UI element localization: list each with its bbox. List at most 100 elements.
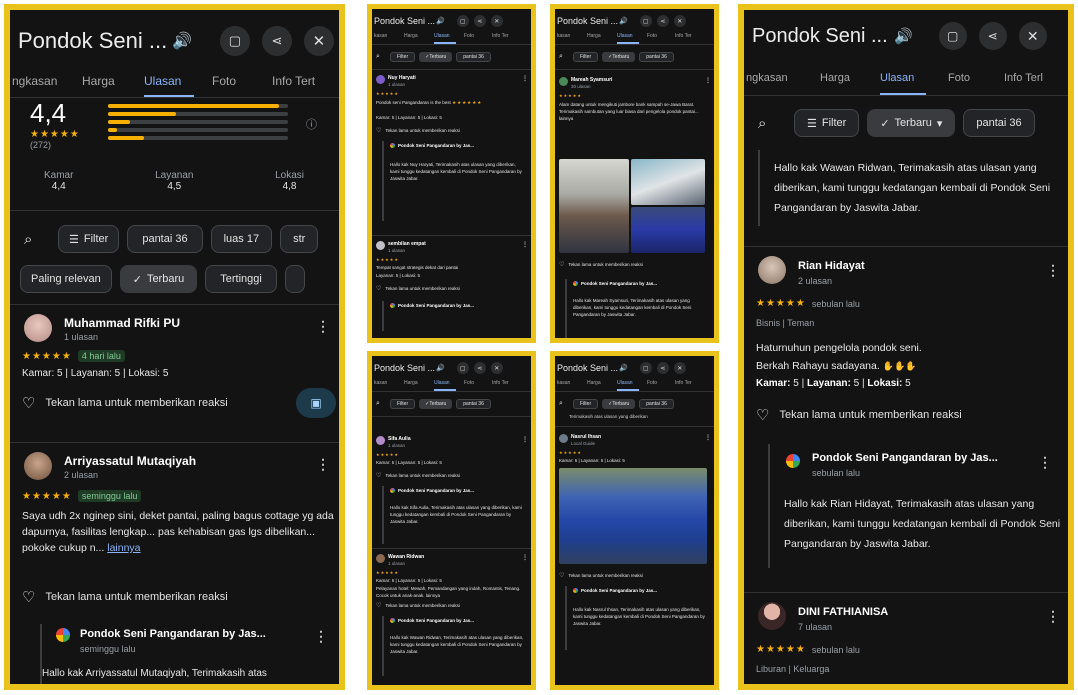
tab-overview[interactable]: ngkasan [746, 66, 820, 95]
tab-reviews[interactable]: Ulasan [617, 380, 639, 391]
share-icon[interactable]: ⋖ [978, 22, 1007, 50]
chip-pantai[interactable]: pantai 36 [127, 225, 203, 253]
reaction-row[interactable]: ♡ Tekan lama untuk memberikan reaksi [559, 261, 643, 268]
tab-price[interactable]: Harga [404, 380, 434, 391]
tab-photos[interactable]: Foto [647, 33, 675, 44]
search-icon[interactable]: ⌕ [559, 53, 573, 61]
tab-photos[interactable]: Foto [464, 33, 492, 44]
reaction-row[interactable]: ♡ Tekan lama untuk memberikan reaksi [376, 285, 460, 292]
chip-luas[interactable]: luas 17 [210, 225, 273, 253]
heart-icon[interactable]: ♡ [376, 472, 381, 479]
chip-pantai[interactable]: pantai 36 [639, 399, 674, 409]
share-icon[interactable]: ⋖ [473, 15, 486, 27]
more-options-icon[interactable]: ⋮ [705, 434, 711, 441]
filter-chip[interactable]: ☰ Filter [58, 225, 120, 253]
save-icon[interactable]: ▢ [456, 362, 469, 374]
reaction-row[interactable]: ♡ Tekan lama untuk memberikan reaksi [559, 572, 643, 579]
more-options-icon[interactable]: ⋮ [522, 436, 528, 443]
tab-price[interactable]: Harga [404, 33, 434, 44]
review-photos[interactable] [559, 159, 705, 255]
sort-highest[interactable]: Tertinggi [205, 265, 277, 293]
sort-more[interactable] [284, 265, 305, 293]
filter-chip[interactable]: ☰ Filter [794, 109, 860, 137]
close-icon[interactable]: ✕ [490, 362, 503, 374]
review-photo-people[interactable] [631, 159, 705, 205]
reaction-row[interactable]: ♡ Tekan lama untuk memberikan reaksi [22, 588, 228, 606]
reviewer-name[interactable]: Sifa Aulia [388, 436, 411, 442]
avatar[interactable] [758, 256, 786, 284]
heart-icon[interactable]: ♡ [376, 127, 381, 134]
save-icon[interactable]: ▢ [456, 15, 469, 27]
reaction-row[interactable]: ♡ Tekan lama untuk memberikan reaksi [376, 602, 460, 609]
share-icon[interactable]: ⋖ [656, 362, 669, 374]
chip-pantai[interactable]: pantai 36 [963, 109, 1035, 137]
speaker-icon[interactable]: 🔊 [436, 17, 445, 25]
avatar[interactable] [376, 554, 385, 563]
avatar[interactable] [758, 602, 786, 630]
close-icon[interactable]: ✕ [303, 26, 334, 56]
review-photo-group[interactable] [559, 159, 629, 253]
filter-chip[interactable]: Filter [573, 52, 599, 62]
tab-overview[interactable]: ngkasan [12, 68, 82, 97]
info-icon[interactable]: ⓘ [306, 116, 317, 132]
reviewer-name[interactable]: Nuy Haryati [388, 75, 416, 81]
filter-chip[interactable]: Filter [390, 399, 416, 409]
heart-icon[interactable]: ♡ [756, 406, 769, 424]
heart-icon[interactable]: ♡ [559, 572, 564, 579]
tab-info[interactable]: Info Tert [272, 68, 332, 97]
reviewer-name[interactable]: DINI FATHIANISA [798, 606, 888, 618]
tab-reviews[interactable]: Ulasan [617, 33, 639, 44]
sort-newest[interactable]: ✓ Terbaru [419, 399, 453, 409]
more-options-icon[interactable]: ⋮ [314, 628, 328, 645]
chip-more[interactable]: str [280, 225, 319, 253]
reaction-row[interactable]: ♡ Tekan lama untuk memberikan reaksi [376, 472, 460, 479]
sort-newest[interactable]: ✓ Terbaru [419, 52, 453, 62]
save-icon[interactable]: ▢ [938, 22, 967, 50]
tab-overview[interactable]: kasan [557, 380, 587, 391]
reviewer-name[interactable]: Nasrul Ihsan [571, 434, 601, 440]
tab-photos[interactable]: Foto [212, 68, 272, 97]
sort-newest[interactable]: ✓ Terbaru ▾ [867, 109, 956, 137]
sort-newest[interactable]: ✓ Terbaru [602, 52, 636, 62]
tab-info[interactable]: Info Terl [1004, 66, 1064, 95]
more-options-icon[interactable]: ⋮ [316, 456, 330, 473]
tab-price[interactable]: Harga [587, 380, 617, 391]
chip-pantai[interactable]: pantai 36 [456, 52, 491, 62]
tab-photos[interactable]: Foto [948, 66, 1004, 95]
tab-overview[interactable]: kasan [557, 33, 587, 44]
search-icon[interactable]: ⌕ [376, 400, 390, 408]
heart-icon[interactable]: ♡ [22, 588, 35, 606]
reaction-row[interactable]: ♡ Tekan lama untuk memberikan reaksi [22, 394, 228, 412]
avatar[interactable] [24, 314, 52, 342]
filter-chip[interactable]: Filter [390, 52, 416, 62]
reaction-row[interactable]: ♡ Tekan lama untuk memberikan reaksi [376, 127, 460, 134]
more-options-icon[interactable]: ⋮ [522, 241, 528, 248]
review-photo[interactable] [559, 468, 707, 564]
heart-icon[interactable]: ♡ [559, 261, 564, 268]
reviewer-name[interactable]: sembilan empat [388, 241, 426, 247]
search-icon[interactable]: ⌕ [24, 231, 58, 248]
reviewer-name[interactable]: Muhammad Rifki PU [64, 316, 180, 330]
reviewer-name[interactable]: Mareah Syamsuri [571, 77, 612, 83]
speaker-icon[interactable]: 🔊 [894, 27, 913, 45]
heart-icon[interactable]: ♡ [22, 394, 35, 412]
tab-reviews[interactable]: Ulasan [434, 33, 456, 44]
tab-reviews[interactable]: Ulasan [880, 66, 926, 95]
share-icon[interactable]: ⋖ [261, 26, 292, 56]
tab-price[interactable]: Harga [820, 66, 880, 95]
avatar[interactable] [24, 452, 52, 480]
reviewer-name[interactable]: Rian Hidayat [798, 260, 865, 272]
review-photo-tents[interactable] [631, 207, 705, 253]
tab-info[interactable]: Info Ter [492, 33, 522, 44]
speaker-icon[interactable]: 🔊 [436, 364, 445, 372]
share-icon[interactable]: ⋖ [473, 362, 486, 374]
tab-price[interactable]: Harga [587, 33, 617, 44]
tab-overview[interactable]: kasan [374, 380, 404, 391]
tab-photos[interactable]: Foto [464, 380, 492, 391]
more-options-icon[interactable]: ⋮ [1046, 262, 1060, 279]
heart-icon[interactable]: ♡ [376, 602, 381, 609]
tab-reviews[interactable]: Ulasan [434, 380, 456, 391]
avatar[interactable] [559, 77, 568, 86]
more-options-icon[interactable]: ⋮ [1046, 608, 1060, 625]
avatar[interactable] [376, 436, 385, 445]
